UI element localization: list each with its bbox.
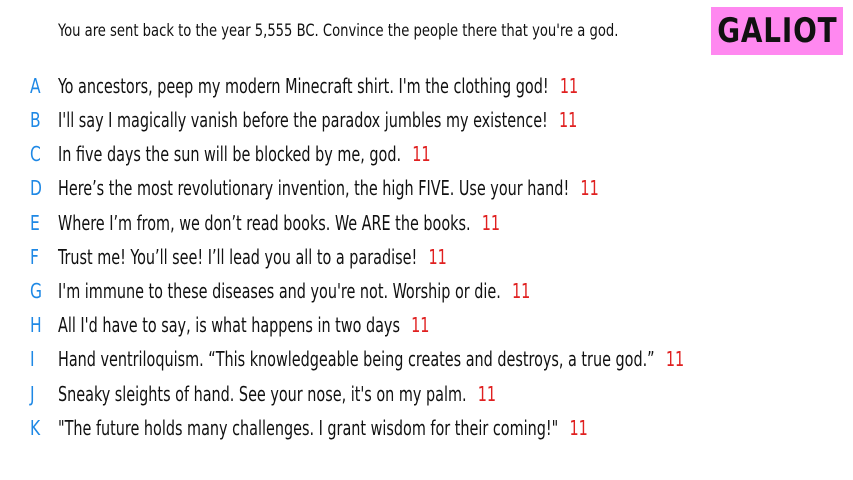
answer-letter: C: [30, 142, 41, 166]
answer-letter: B: [30, 108, 41, 132]
player-name: GALIOT: [716, 11, 838, 51]
answer-row-c[interactable]: C In five days the sun will be blocked b…: [0, 142, 853, 172]
answer-letter: K: [30, 416, 41, 440]
answer-line: I'm immune to these diseases and you're …: [58, 279, 530, 303]
answer-line: "The future holds many challenges. I gra…: [58, 416, 588, 440]
answer-line: Here’s the most revolutionary invention,…: [58, 176, 599, 200]
answer-line: In five days the sun will be blocked by …: [58, 142, 431, 166]
answer-letter: D: [30, 176, 42, 200]
answer-letter: H: [30, 313, 42, 337]
answer-line: Yo ancestors, peep my modern Minecraft s…: [58, 74, 578, 98]
answer-text: I'm immune to these diseases and you're …: [58, 279, 501, 303]
answer-text: "The future holds many challenges. I gra…: [58, 416, 559, 440]
answer-score: 11: [477, 382, 497, 406]
answer-text: Where I’m from, we don’t read books. We …: [58, 211, 471, 235]
answer-letter: E: [30, 211, 40, 235]
answer-letter: I: [30, 347, 35, 371]
answer-line: Sneaky sleights of hand. See your nose, …: [58, 382, 496, 406]
answer-score: 11: [665, 347, 685, 371]
question-prompt: You are sent back to the year 5,555 BC. …: [58, 21, 619, 41]
answer-row-a[interactable]: A Yo ancestors, peep my modern Minecraft…: [0, 74, 853, 104]
player-name-badge: GALIOT: [711, 7, 843, 55]
answer-score: 11: [580, 176, 599, 200]
answer-letter: F: [30, 245, 39, 269]
answer-line: Where I’m from, we don’t read books. We …: [58, 211, 500, 235]
answer-line: I'll say I magically vanish before the p…: [58, 108, 577, 132]
answer-text: All I'd have to say, is what happens in …: [58, 313, 400, 337]
answer-score: 11: [481, 211, 501, 235]
answer-score: 11: [411, 313, 430, 337]
answer-text: Here’s the most revolutionary invention,…: [58, 176, 570, 200]
answer-letter: G: [30, 279, 42, 303]
answer-row-b[interactable]: B I'll say I magically vanish before the…: [0, 108, 853, 138]
answer-row-f[interactable]: F Trust me! You’ll see! I’ll lead you al…: [0, 245, 853, 275]
answer-row-i[interactable]: I Hand ventriloquism. “This knowledgeabl…: [0, 347, 853, 377]
answer-score: 11: [569, 416, 588, 440]
answer-text: Trust me! You’ll see! I’ll lead you all …: [58, 245, 418, 269]
answer-row-g[interactable]: G I'm immune to these diseases and you'r…: [0, 279, 853, 309]
answer-row-d[interactable]: D Here’s the most revolutionary inventio…: [0, 176, 853, 206]
answer-line: Hand ventriloquism. “This knowledgeable …: [58, 347, 684, 371]
answer-row-j[interactable]: J Sneaky sleights of hand. See your nose…: [0, 382, 853, 412]
answer-row-h[interactable]: H All I'd have to say, is what happens i…: [0, 313, 853, 343]
answer-letter: A: [30, 74, 41, 98]
answer-score: 11: [559, 74, 579, 98]
answer-text: Sneaky sleights of hand. See your nose, …: [58, 382, 467, 406]
answer-row-e[interactable]: E Where I’m from, we don’t read books. W…: [0, 211, 853, 241]
answer-letter: J: [30, 382, 35, 406]
answer-score: 11: [412, 142, 431, 166]
answer-text: Hand ventriloquism. “This knowledgeable …: [58, 347, 655, 371]
answer-line: Trust me! You’ll see! I’ll lead you all …: [58, 245, 447, 269]
answer-line: All I'd have to say, is what happens in …: [58, 313, 429, 337]
answer-row-k[interactable]: K "The future holds many challenges. I g…: [0, 416, 853, 446]
answer-text: In five days the sun will be blocked by …: [58, 142, 402, 166]
answer-score: 11: [428, 245, 447, 269]
answer-score: 11: [512, 279, 531, 303]
answer-text: Yo ancestors, peep my modern Minecraft s…: [58, 74, 549, 98]
answer-score: 11: [559, 108, 578, 132]
answer-text: I'll say I magically vanish before the p…: [58, 108, 548, 132]
